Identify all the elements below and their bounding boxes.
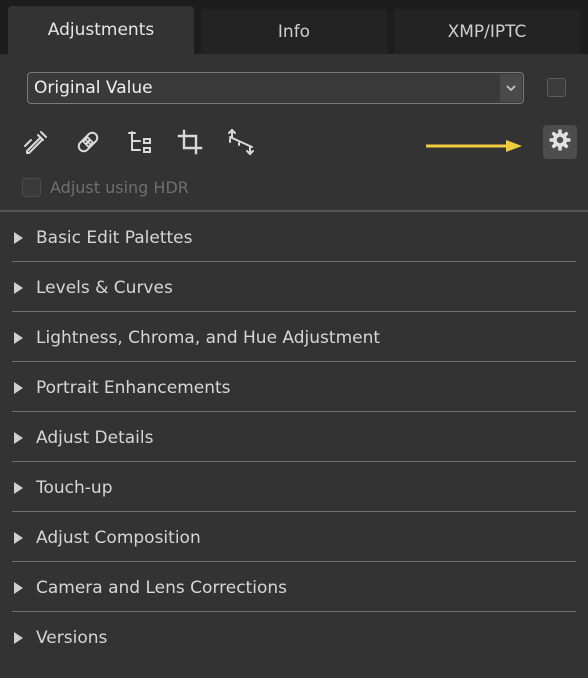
expand-triangle-icon[interactable]	[14, 532, 23, 544]
section-levels-curves[interactable]: Levels & Curves	[0, 262, 588, 312]
section-label: Basic Edit Palettes	[36, 228, 193, 248]
section-adjust-details[interactable]: Adjust Details	[0, 412, 588, 462]
section-label: Portrait Enhancements	[36, 378, 231, 398]
section-versions[interactable]: Versions	[0, 612, 588, 662]
section-label: Camera and Lens Corrections	[36, 578, 287, 598]
adjustments-panel: Original Value Adjust using HDR Basic Ed…	[0, 54, 588, 678]
section-label: Levels & Curves	[36, 278, 173, 298]
gear-icon	[548, 128, 572, 156]
section-label: Lightness, Chroma, and Hue Adjustment	[36, 328, 381, 348]
expand-triangle-icon[interactable]	[14, 382, 23, 394]
hdr-option: Adjust using HDR	[22, 178, 189, 197]
section-basic-edit-palettes[interactable]: Basic Edit Palettes	[0, 212, 588, 262]
section-label: Versions	[36, 628, 108, 648]
preset-value: Original Value	[34, 78, 153, 98]
hdr-checkbox[interactable]	[22, 178, 41, 197]
section-camera-lens-corrections[interactable]: Camera and Lens Corrections	[0, 562, 588, 612]
eyedropper-icon[interactable]	[21, 126, 51, 158]
expand-triangle-icon[interactable]	[14, 332, 23, 344]
bandage-icon[interactable]	[73, 126, 103, 158]
expand-triangle-icon[interactable]	[14, 482, 23, 494]
annotation-arrow-icon	[426, 138, 526, 158]
section-touch-up[interactable]: Touch-up	[0, 462, 588, 512]
section-lightness-chroma-hue[interactable]: Lightness, Chroma, and Hue Adjustment	[0, 312, 588, 362]
tab-bar: Adjustments Info XMP/IPTC	[0, 0, 588, 54]
tab-info[interactable]: Info	[201, 9, 387, 54]
crop-icon[interactable]	[175, 126, 205, 158]
tree-icon[interactable]	[125, 126, 155, 158]
expand-triangle-icon[interactable]	[14, 282, 23, 294]
tab-xmp-iptc[interactable]: XMP/IPTC	[394, 9, 580, 54]
section-adjust-composition[interactable]: Adjust Composition	[0, 512, 588, 562]
settings-button[interactable]	[543, 125, 577, 159]
expand-triangle-icon[interactable]	[14, 232, 23, 244]
preset-checkbox[interactable]	[547, 78, 566, 97]
tab-adjustments[interactable]: Adjustments	[8, 6, 194, 54]
hdr-label: Adjust using HDR	[50, 178, 189, 197]
section-label: Adjust Details	[36, 428, 154, 448]
section-label: Adjust Composition	[36, 528, 201, 548]
expand-triangle-icon[interactable]	[14, 632, 23, 644]
section-list: Basic Edit Palettes Levels & Curves Ligh…	[0, 212, 588, 662]
section-portrait-enhancements[interactable]: Portrait Enhancements	[0, 362, 588, 412]
preset-dropdown[interactable]: Original Value	[27, 72, 524, 104]
section-label: Touch-up	[36, 478, 113, 498]
expand-triangle-icon[interactable]	[14, 432, 23, 444]
chevron-down-icon[interactable]	[500, 74, 522, 102]
expand-triangle-icon[interactable]	[14, 582, 23, 594]
straighten-icon[interactable]	[226, 126, 256, 158]
